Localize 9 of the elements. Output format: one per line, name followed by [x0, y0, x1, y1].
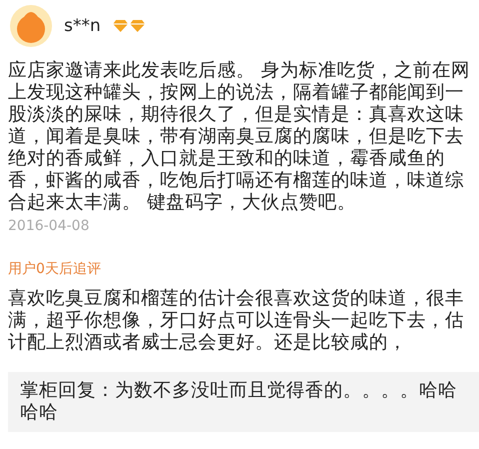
user-name: s**n: [64, 16, 101, 36]
follow-up-label: 用户0天后追评: [8, 260, 101, 278]
diamond-icon: [130, 20, 145, 32]
follow-up-text: 喜欢吃臭豆腐和榴莲的估计会很喜欢这货的味道，很丰满，超乎你想像，牙口好点可以连骨头一起吃下去，估计配上烈酒或者威士忌会更好。还是比较咸的，: [8, 288, 465, 354]
diamond-icon: [112, 20, 128, 32]
review-text: 应店家邀请来此发表吃后感。 身为标准吃货，之前在网上发现这种罐头，按网上的说法，隔着罐子都能闻到一股淡淡的屎味，期待很久了，但是实情是：真喜欢这味道，闻着是臭味，带有湖南臭豆腐的腐味，但是吃下去绝对的香咸鲜，入口就是王致和的味道，霉香咸鱼的香，虾酱的咸香，吃饱后打嗝还有榴莲的味道，味道综合起来太丰满。 键盘码字，大伙点赞吧。: [8, 60, 471, 214]
shop-reply: 掌柜回复：为数不多没吐而且觉得香的。。。。哈哈哈哈: [8, 372, 479, 432]
review-date: 2016-04-08: [8, 218, 90, 234]
avatar: [10, 5, 52, 47]
